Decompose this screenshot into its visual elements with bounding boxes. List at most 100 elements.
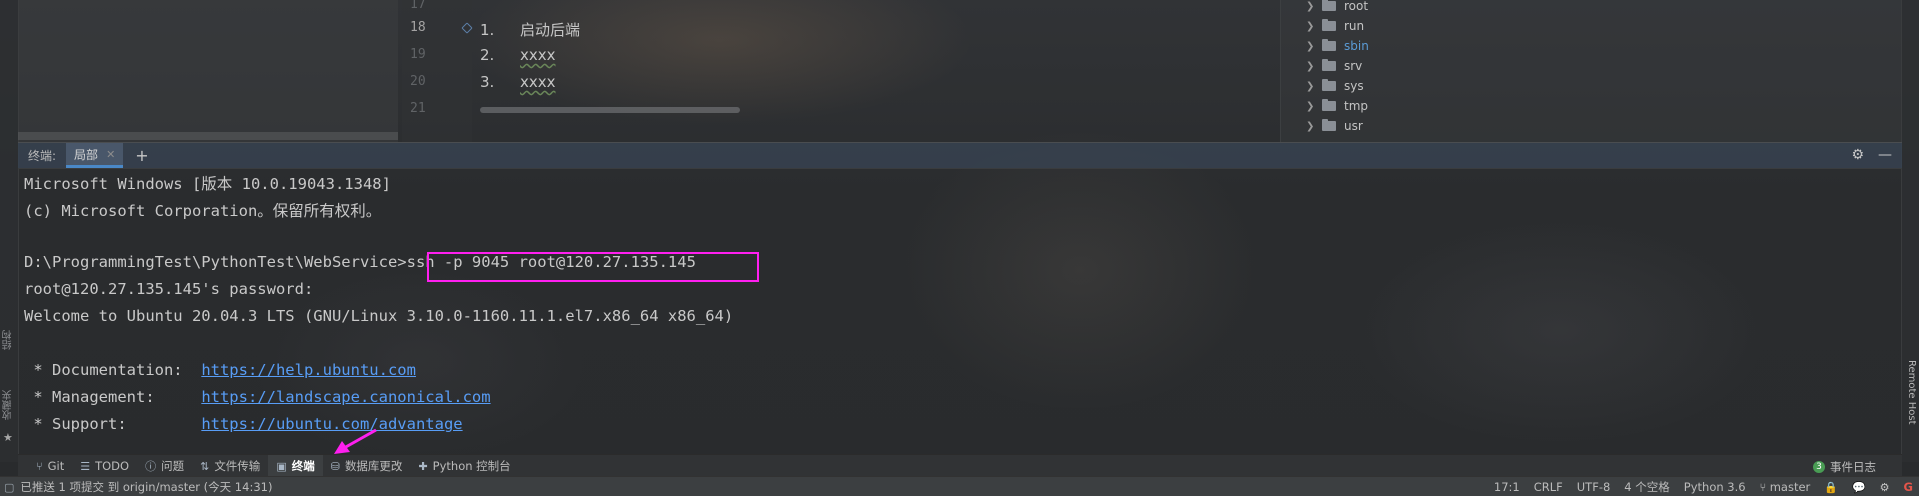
minimize-icon[interactable]: — — [1878, 147, 1892, 163]
chevron-right-icon[interactable]: ❯ — [1306, 41, 1318, 52]
database-icon: ⛁ — [330, 459, 340, 473]
terminal-tab-local[interactable]: 局部 ✕ — [66, 143, 124, 168]
folder-icon — [1322, 119, 1336, 131]
terminal-line: * Documentation: https://help.ubuntu.com — [24, 361, 416, 379]
tree-item-usr[interactable]: ❯ usr — [1306, 117, 1363, 135]
lock-icon[interactable]: 🔒 — [1824, 481, 1838, 494]
notifications-icon[interactable]: 💬 — [1852, 481, 1866, 494]
terminal-output[interactable]: Microsoft Windows [版本 10.0.19043.1348] (… — [18, 168, 1902, 454]
event-log-button[interactable]: 3 事件日志 — [1813, 459, 1876, 475]
tool-database-changes[interactable]: ⛁ 数据库更改 — [323, 455, 411, 477]
file-encoding[interactable]: UTF-8 — [1577, 480, 1611, 494]
doc-label: * Documentation: — [24, 361, 202, 379]
tree-item-label: root — [1344, 0, 1369, 13]
tool-label: Python 控制台 — [432, 459, 511, 473]
tool-file-transfer[interactable]: ⇅ 文件传输 — [192, 455, 268, 477]
tree-item-sbin[interactable]: ❯ sbin — [1306, 37, 1369, 55]
terminal-tab-label: 局部 — [74, 147, 99, 162]
python-interpreter[interactable]: Python 3.6 — [1684, 480, 1746, 494]
todo-icon: ☰ — [80, 459, 91, 473]
star-icon: ★ — [3, 431, 13, 444]
folder-icon — [1322, 79, 1336, 91]
tool-label: 文件传输 — [214, 459, 261, 473]
close-icon[interactable]: ✕ — [106, 148, 115, 161]
command-highlight-box — [427, 252, 759, 282]
tool-terminal[interactable]: ▣ 终端 — [268, 455, 323, 477]
status-message[interactable]: 已推送 1 项提交 到 origin/master (今天 14:31) — [20, 479, 272, 495]
tree-item-sys[interactable]: ❯ sys — [1306, 77, 1364, 95]
markdown-list-item[interactable]: 3. xxxx — [480, 73, 556, 91]
left-tool-stripe: 结构 收藏夹 ★ — [0, 0, 19, 462]
folder-icon — [1322, 39, 1336, 51]
file-transfer-icon: ⇅ — [200, 459, 210, 473]
event-count-badge: 3 — [1813, 461, 1825, 473]
tool-label: 问题 — [161, 459, 185, 473]
terminal-header: 终端: 局部 ✕ + ⚙ — — [18, 142, 1902, 169]
git-branch[interactable]: ⑂ master — [1760, 480, 1811, 494]
chevron-right-icon[interactable]: ❯ — [1306, 61, 1318, 72]
line-separator[interactable]: CRLF — [1534, 480, 1563, 494]
folder-icon — [1322, 59, 1336, 71]
google-icon[interactable]: G — [1904, 480, 1913, 494]
tree-item-run[interactable]: ❯ run — [1306, 17, 1364, 35]
right-tool-stripe: Remote Host — [1901, 0, 1919, 462]
branch-label: master — [1769, 480, 1811, 494]
tool-git[interactable]: ⑂ Git — [28, 455, 72, 477]
line-number: 18 — [410, 20, 426, 35]
chevron-right-icon[interactable]: ❯ — [1306, 121, 1318, 132]
documentation-link[interactable]: https://help.ubuntu.com — [201, 361, 416, 379]
terminal-line: * Management: https://landscape.canonica… — [24, 388, 490, 406]
folder-icon — [1322, 99, 1336, 111]
problems-icon: ⓘ — [145, 460, 157, 473]
new-terminal-plus-icon[interactable]: + — [135, 146, 148, 165]
tree-item-root[interactable]: ❯ root — [1306, 0, 1368, 15]
favorites-tool-button[interactable]: 收藏夹 — [1, 390, 17, 420]
tool-label: 数据库更改 — [344, 459, 403, 473]
status-message-icon: ▢ — [4, 480, 15, 494]
tree-item-label: srv — [1344, 59, 1363, 73]
project-tree-panel — [1281, 0, 1901, 142]
line-number: 19 — [410, 47, 426, 62]
tool-problems[interactable]: ⓘ 问题 — [137, 455, 192, 477]
chevron-right-icon[interactable]: ❯ — [1306, 101, 1318, 112]
settings-icon[interactable]: ⚙ — [1880, 481, 1890, 494]
chevron-right-icon[interactable]: ❯ — [1306, 81, 1318, 92]
tree-item-label: sys — [1344, 79, 1364, 93]
tree-item-label: sbin — [1344, 39, 1369, 53]
tool-label: TODO — [95, 459, 130, 473]
event-log-label: 事件日志 — [1830, 460, 1876, 474]
tree-item-tmp[interactable]: ❯ tmp — [1306, 97, 1368, 115]
tree-item-srv[interactable]: ❯ srv — [1306, 57, 1362, 75]
tool-python-console[interactable]: ✚ Python 控制台 — [410, 455, 518, 477]
line-number: 20 — [410, 74, 426, 89]
terminal-line: Microsoft Windows [版本 10.0.19043.1348] — [24, 175, 391, 193]
tool-label: 终端 — [291, 459, 315, 473]
horizontal-scrollbar[interactable] — [18, 132, 398, 140]
tool-todo[interactable]: ☰ TODO — [72, 455, 137, 477]
list-number: 1. — [480, 21, 495, 39]
gear-icon[interactable]: ⚙ — [1851, 147, 1864, 163]
terminal-line: (c) Microsoft Corporation。保留所有权利。 — [24, 202, 382, 220]
markdown-list-item[interactable]: 1. 启动后端 — [480, 19, 580, 40]
management-link[interactable]: https://landscape.canonical.com — [201, 388, 490, 406]
terminal-line: root@120.27.135.145's password: — [24, 280, 314, 298]
support-label: * Support: — [24, 415, 202, 433]
caret-position[interactable]: 17:1 — [1494, 480, 1520, 494]
branch-icon: ⑂ — [1759, 481, 1770, 494]
editor-left-pane — [18, 0, 398, 142]
tree-item-label: tmp — [1344, 99, 1369, 113]
chevron-right-icon[interactable]: ❯ — [1306, 1, 1318, 12]
markdown-list-item[interactable]: 2. xxxx — [480, 46, 556, 64]
management-label: * Management: — [24, 388, 202, 406]
structure-tool-button[interactable]: 结构 — [1, 330, 17, 350]
remote-host-tool-button[interactable]: Remote Host — [1906, 360, 1917, 425]
list-text: 启动后端 — [520, 21, 581, 39]
editor-horizontal-scrollbar[interactable] — [480, 107, 740, 113]
terminal-icon: ▣ — [276, 459, 287, 473]
terminal-line: Welcome to Ubuntu 20.04.3 LTS (GNU/Linux… — [24, 307, 734, 325]
list-text: xxxx — [520, 46, 556, 64]
list-number: 3. — [480, 73, 495, 91]
chevron-right-icon[interactable]: ❯ — [1306, 21, 1318, 32]
indent-setting[interactable]: 4 个空格 — [1624, 479, 1669, 495]
git-icon: ⑂ — [36, 459, 43, 473]
